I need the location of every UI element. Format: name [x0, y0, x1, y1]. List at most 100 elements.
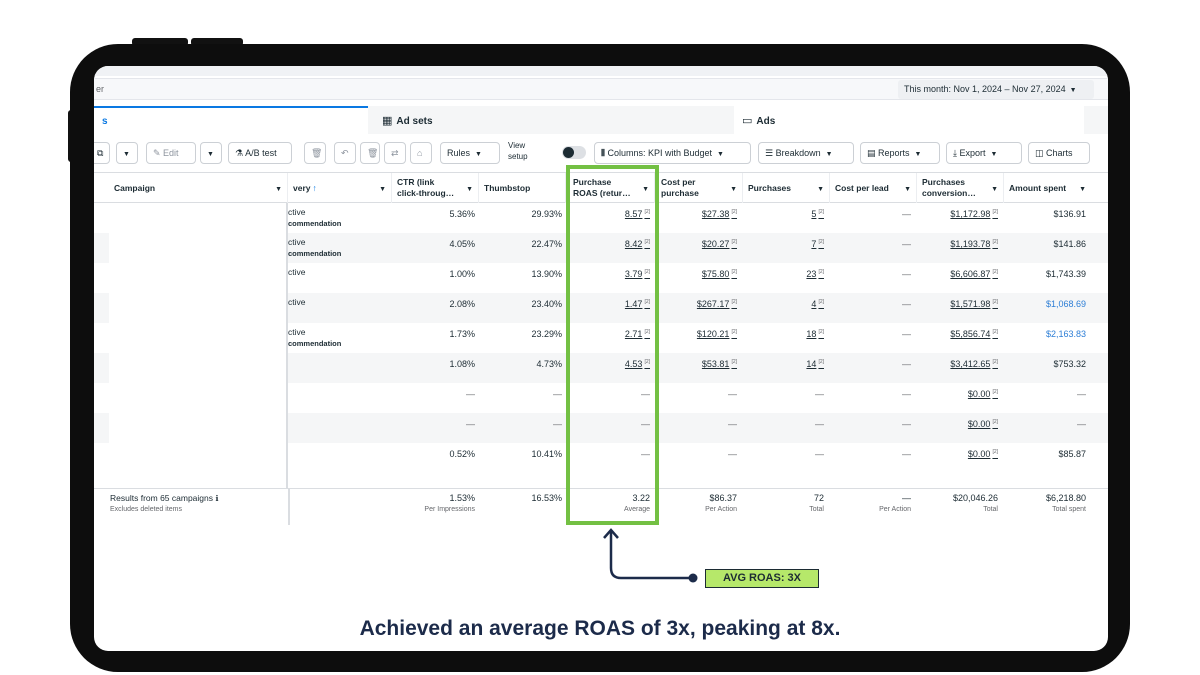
recommendation-text[interactable]: commendation — [288, 338, 341, 350]
date-range-picker[interactable]: This month: Nov 1, 2024 – Nov 27, 2024 ▼ — [898, 80, 1094, 99]
breakdown-icon: ☰ — [765, 148, 776, 158]
export-dropdown[interactable]: ⤓ Export ▼ — [946, 142, 1022, 164]
cell-value: — — [902, 329, 911, 339]
tab-ads[interactable]: ▭ Ads — [734, 106, 1084, 134]
duplicate-icon: ⧉ — [97, 148, 104, 158]
cell-cpp[interactable]: $27.38 [2] — [702, 209, 737, 219]
cell-value: 23.40% — [531, 299, 562, 309]
cell-ctr: 1.00% — [449, 269, 475, 279]
edit-dropdown-button[interactable]: ▼ — [200, 142, 222, 164]
cell-conv[interactable]: $3,412.65 [2] — [950, 359, 998, 369]
cell-thumbstop: — — [553, 419, 562, 429]
review-button[interactable]: ⇄ — [384, 142, 406, 164]
tab-campaigns[interactable]: s — [94, 106, 368, 134]
footnote-icon: [2] — [731, 359, 737, 365]
col-conversion[interactable]: Purchases conversion… ▼ — [917, 173, 1004, 203]
cell-conv[interactable]: $1,193.78 [2] — [950, 239, 998, 249]
cell-value: $0.00 — [967, 389, 991, 399]
cell-thumbstop: — — [553, 389, 562, 399]
recommendation-text[interactable]: commendation — [288, 248, 341, 260]
cell-value: — — [902, 209, 911, 219]
cell-conv[interactable]: $0.00 [2] — [968, 449, 998, 459]
filter-text: er — [96, 84, 105, 94]
footnote-icon: [2] — [992, 329, 998, 335]
col-cost-per-lead[interactable]: Cost per lead ▼ — [830, 173, 917, 203]
cell-purchases[interactable]: 18 [2] — [806, 329, 824, 339]
top-strip — [94, 66, 1108, 76]
total-thumbstop: 16.53% — [531, 493, 562, 503]
arrow-icon — [603, 528, 698, 583]
cell-conv[interactable]: $1,172.98 [2] — [950, 209, 998, 219]
reports-dropdown[interactable]: ▤ Reports ▼ — [860, 142, 940, 164]
cell-purchases[interactable]: 5 [2] — [811, 209, 824, 219]
col-cost-per-purchase[interactable]: Cost per purchase ▼ — [656, 173, 743, 203]
col-spent-label: Amount spent — [1009, 183, 1067, 193]
cell-value: 29.93% — [531, 209, 562, 219]
recommendation-text[interactable]: commendation — [288, 218, 341, 230]
footnote-icon: [2] — [992, 359, 998, 365]
undo-button[interactable]: ↶ — [334, 142, 356, 164]
duplicate-dropdown-button[interactable]: ▼ — [116, 142, 138, 164]
footnote-icon: [2] — [731, 299, 737, 305]
row-tint — [94, 413, 109, 443]
footnote-icon: [2] — [818, 239, 824, 245]
cell-purchases[interactable]: 14 [2] — [806, 359, 824, 369]
col-thumbstop[interactable]: Thumbstop — [479, 173, 566, 203]
tag-button[interactable]: ⌂ — [410, 142, 432, 164]
cell-ctr: 0.52% — [449, 449, 475, 459]
cell-purchases[interactable]: 4 [2] — [811, 299, 824, 309]
delivery-text: ctive — [288, 297, 306, 307]
col-campaign[interactable]: Campaign ▼ — [109, 173, 288, 203]
cell-value: — — [902, 419, 911, 429]
delivery-status: ctive — [288, 266, 305, 278]
filter-bar[interactable]: er This month: Nov 1, 2024 – Nov 27, 202… — [94, 78, 1108, 100]
cell-purchases[interactable]: 23 [2] — [806, 269, 824, 279]
cell-purchases[interactable]: 7 [2] — [811, 239, 824, 249]
col-ctr-line-1: CTR (link — [397, 177, 435, 187]
delivery-status: ctive commendation — [288, 236, 341, 260]
cell-conv[interactable]: $0.00 [2] — [968, 419, 998, 429]
info-icon[interactable]: ℹ — [215, 494, 218, 503]
cell-value: 1.73% — [449, 329, 475, 339]
cell-cpp[interactable]: $267.17 [2] — [697, 299, 737, 309]
total-spent: $6,218.80 — [1045, 493, 1086, 503]
ab-test-label: A/B test — [245, 148, 277, 158]
cell-thumbstop: 13.90% — [531, 269, 562, 279]
cell-cpp[interactable]: $53.81 [2] — [702, 359, 737, 369]
cell-value: — — [902, 449, 911, 459]
cell-value: — — [466, 419, 475, 429]
cell-value: — — [553, 389, 562, 399]
col-cpp-line-1: Cost per — [661, 177, 696, 187]
col-delivery-label: very — [293, 183, 311, 193]
cell-cpp[interactable]: $75.80 [2] — [702, 269, 737, 279]
col-delivery[interactable]: very ↑ ▼ — [288, 173, 392, 203]
view-setup-toggle[interactable] — [562, 146, 586, 159]
cell-thumbstop: 29.93% — [531, 209, 562, 219]
col-purchases[interactable]: Purchases ▼ — [743, 173, 830, 203]
cell-cpp: — — [728, 389, 737, 399]
duplicate-button[interactable]: ⧉ — [94, 142, 110, 164]
cell-conv[interactable]: $5,856.74 [2] — [950, 329, 998, 339]
cell-cpp[interactable]: $20.27 [2] — [702, 239, 737, 249]
edit-button[interactable]: ✎ Edit — [146, 142, 196, 164]
charts-button[interactable]: ◫ Charts — [1028, 142, 1090, 164]
cell-conv[interactable]: $1,571.98 [2] — [950, 299, 998, 309]
cell-conv[interactable]: $0.00 [2] — [968, 389, 998, 399]
delete-button[interactable]: 🗑 — [304, 142, 326, 164]
discard-button[interactable]: 🗑 — [360, 142, 380, 164]
col-ctr[interactable]: CTR (link click-throug… ▼ — [392, 173, 479, 203]
column-divider — [288, 489, 290, 525]
columns-dropdown[interactable]: ⦀ Columns: KPI with Budget ▼ — [594, 142, 751, 164]
breakdown-dropdown[interactable]: ☰ Breakdown ▼ — [758, 142, 854, 164]
footnote-icon: [2] — [992, 299, 998, 305]
tab-ad-sets[interactable]: ▦ Ad sets — [374, 106, 732, 134]
cell-value: 5.36% — [449, 209, 475, 219]
cell-cpp[interactable]: $120.21 [2] — [697, 329, 737, 339]
chevron-down-icon: ▼ — [904, 186, 911, 193]
rules-button[interactable]: Rules ▼ — [440, 142, 500, 164]
cell-value: — — [902, 239, 911, 249]
cell-conv[interactable]: $6,606.87 [2] — [950, 269, 998, 279]
col-amount-spent[interactable]: Amount spent ▼ — [1004, 173, 1091, 203]
ab-test-button[interactable]: ⚗ A/B test — [228, 142, 292, 164]
cell-value: — — [902, 269, 911, 279]
